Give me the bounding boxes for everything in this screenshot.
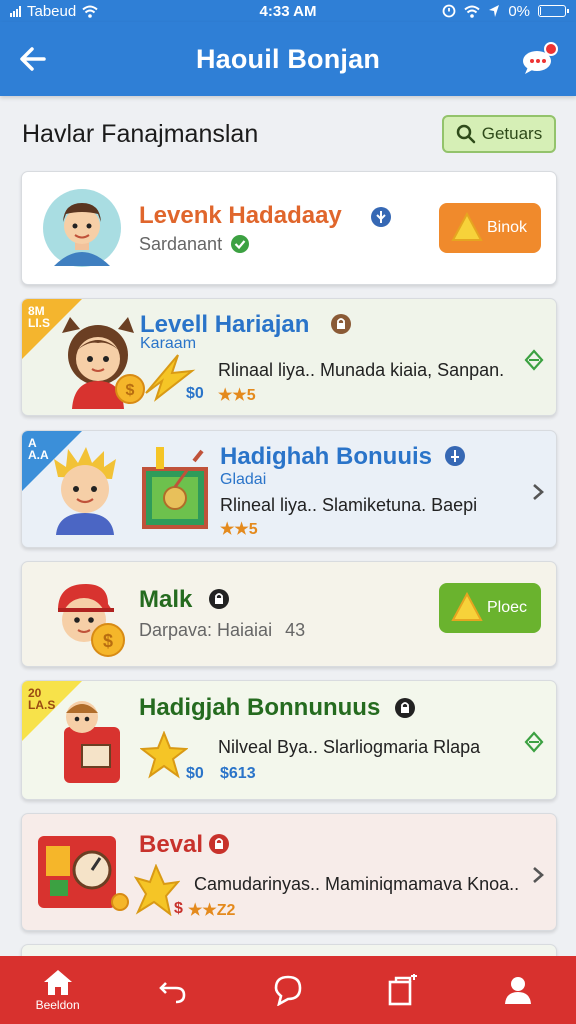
verified-icon [371, 207, 391, 227]
ribbon-label: 20 LA.S [28, 686, 56, 712]
list-item[interactable]: 20 LA.S Hadigjah Bonnunuus Nilveal Bya..… [21, 680, 557, 800]
nav-profile[interactable] [461, 956, 576, 1024]
search-label: Getuars [481, 124, 543, 143]
wifi-icon [464, 5, 480, 18]
status-bar: Tabeud 4:33 AM 0% [0, 0, 576, 22]
cash-register-icon [38, 836, 129, 911]
arrow-left-icon[interactable] [16, 42, 50, 76]
info-icon [445, 446, 465, 466]
nav-chat[interactable] [230, 956, 345, 1024]
search-icon [456, 124, 475, 144]
svg-text:$: $ [126, 382, 135, 399]
card-title: Hadigjah Bonnunuus [139, 694, 381, 721]
carrier-name: Tabeud [27, 2, 77, 20]
diamond-icon[interactable] [524, 731, 544, 753]
app-bar: Haouil Bonjan [0, 22, 576, 96]
card-stat-stars: ★★5 [220, 521, 258, 538]
lock-icon [331, 314, 351, 334]
list-item[interactable]: A A.A Hadighah Bonuuis Gladai Rlineal li… [21, 430, 557, 548]
card-description: Rlineal liya.. Slamiketuna. Baepi [220, 495, 478, 515]
card-stat-money: $0 [186, 385, 204, 402]
lock-icon [209, 834, 229, 854]
check-icon [231, 235, 249, 253]
card-action-button[interactable]: Binok [439, 203, 541, 253]
ribbon-label: 8M LI.S [28, 304, 51, 330]
chevron-right-icon[interactable] [528, 864, 548, 886]
bell-icon [451, 592, 483, 621]
avatar: $ [58, 584, 125, 657]
card-stat-money: $0 [186, 765, 204, 782]
card-title: Hadighah Bonuuis [220, 443, 432, 470]
card-subtitle: Sardanant [139, 234, 223, 254]
chat-icon [274, 975, 302, 1006]
card-description: Camudarinyas.. Maminiqmamava Knoa.. [194, 874, 520, 894]
card-description: Nilveal Bya.. Slarliogmaria Rlapa [218, 737, 481, 757]
wifi-icon [82, 5, 98, 18]
nav-home[interactable]: Beeldon [0, 956, 115, 1024]
card-stat-money: $ [174, 900, 183, 917]
list-item[interactable]: Levenk Hadadaay Sardanant Binok [21, 171, 557, 285]
card-title: Levenk Hadadaay [139, 202, 342, 229]
svg-text:$: $ [103, 631, 113, 651]
page-title: Haouil Bonjan [195, 43, 381, 74]
home-icon [43, 970, 72, 995]
undo-icon [158, 982, 186, 1004]
bell-icon [451, 212, 483, 241]
lock-icon [395, 698, 415, 718]
nav-clipboard[interactable] [346, 956, 461, 1024]
card-stat-stars: ★★5 [218, 387, 256, 404]
chevron-right-icon[interactable] [528, 481, 548, 503]
ribbon-label: A A.A [28, 436, 49, 462]
diamond-icon[interactable] [524, 349, 544, 371]
card-subtitle: Gladai [220, 471, 267, 488]
card-description: Rlinaal liya.. Munada kiaia, Sanpan. [218, 360, 505, 380]
card-action-button[interactable]: Ploec [439, 583, 541, 633]
card-title: Beval [139, 831, 204, 858]
signal-icon [10, 5, 21, 17]
notification-dot [544, 42, 558, 56]
list-item[interactable]: $ Malk Darpava: Haiaiai 43 Ploec [21, 561, 557, 667]
avatar [54, 447, 116, 535]
card-title: Malk [139, 586, 193, 613]
list-item[interactable]: 8M LI.S $ Levell Hariajan Karaam Rlinaal… [21, 298, 557, 416]
section-title: Havlar Fanajmanslan [22, 120, 259, 148]
avatar [43, 189, 121, 267]
star-icon [140, 731, 188, 779]
card-stat-value: $613 [220, 765, 256, 782]
board-icon [142, 447, 208, 529]
location-icon [489, 5, 500, 17]
battery-percent: 0% [508, 2, 530, 20]
user-icon [505, 977, 532, 1004]
chat-button[interactable] [520, 40, 558, 78]
avatar [64, 701, 120, 783]
alarm-icon [442, 4, 456, 18]
battery-icon [538, 5, 569, 17]
card-subtitle: Karaam [140, 335, 197, 352]
nav-undo[interactable] [115, 956, 230, 1024]
list-item[interactable]: Beval Camudarinyas.. Maminiqmamava Knoa.… [21, 813, 557, 931]
search-button[interactable]: Getuars [442, 115, 556, 153]
card-stat-stars: ★★Z2 [188, 902, 236, 919]
lock-icon [209, 589, 229, 609]
avatar: $ [62, 317, 145, 409]
bottom-nav: Beeldon [0, 956, 576, 1024]
card-subtitle: Darpava: Haiaiai 43 [139, 620, 306, 640]
clipboard-icon [388, 974, 418, 1006]
